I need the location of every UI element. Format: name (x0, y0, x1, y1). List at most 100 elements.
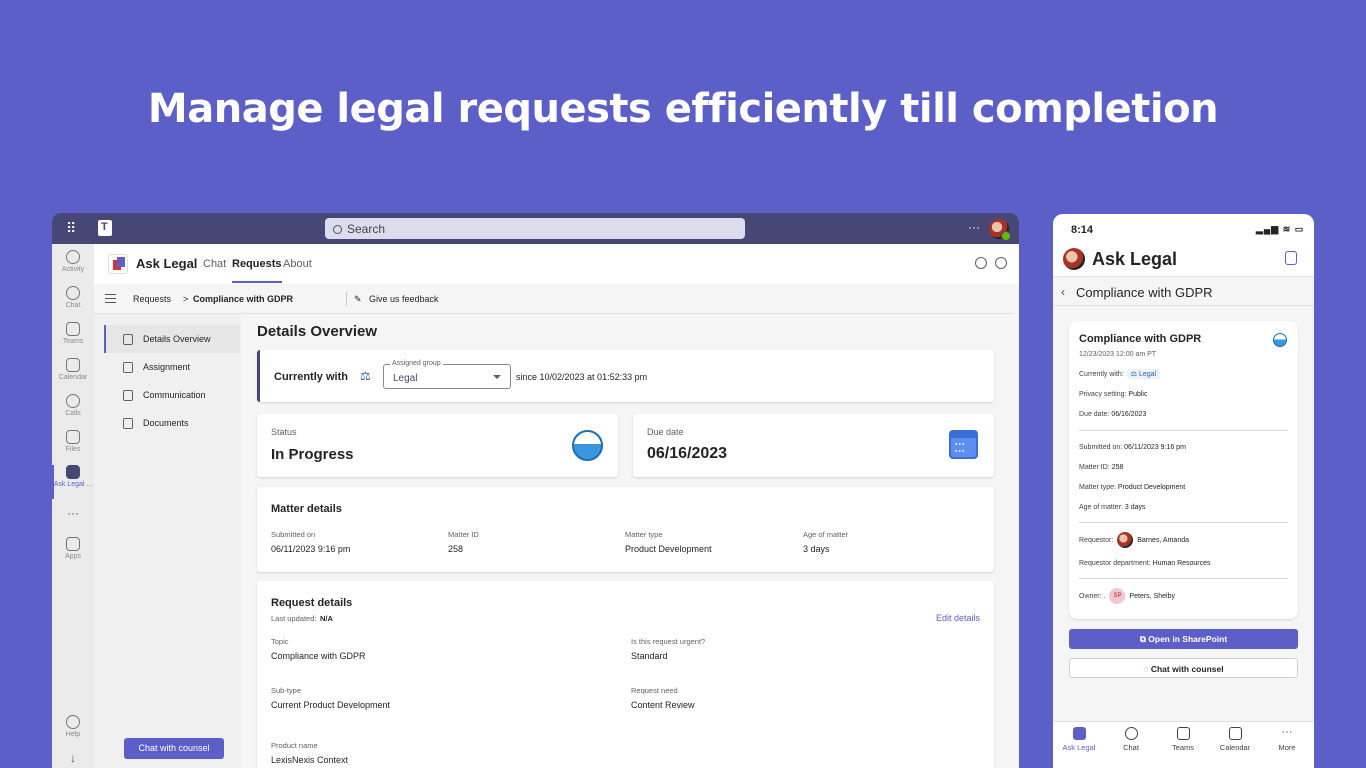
apps-icon (66, 537, 80, 551)
download-arrow-icon[interactable]: ↓ (52, 751, 94, 768)
chevron-down-icon (493, 375, 501, 379)
bottom-nav: Ask Legal Chat Teams Calendar ··· More (1053, 721, 1314, 768)
row-value: 3 days (1124, 504, 1146, 511)
rail-calls[interactable]: Calls (52, 394, 94, 428)
due-date-label: Due date (647, 427, 684, 437)
legal-chip: ⚖ Legal (1126, 369, 1161, 379)
back-icon[interactable]: ‹ (1061, 285, 1065, 299)
field-value: 258 (448, 544, 464, 554)
rail-files[interactable]: Files (52, 430, 94, 464)
rail-help[interactable]: Help (52, 715, 94, 749)
rail-apps[interactable]: Apps (52, 537, 94, 571)
assigned-group-label: Assigned group (390, 360, 443, 367)
since-text: since 10/02/2023 at 01:52:33 pm (516, 372, 648, 382)
rail-label: Help (65, 731, 81, 738)
rail-calendar[interactable]: Calendar (52, 358, 94, 392)
nav-label: Chat (1123, 743, 1139, 752)
button-label: Chat with counsel (1150, 664, 1224, 674)
nav-teams[interactable]: Teams (1157, 727, 1209, 752)
matter-type-row: Matter type: Product Development (1079, 484, 1185, 491)
field-label: Submitted on (271, 530, 316, 539)
nav-calendar[interactable]: Calendar (1209, 727, 1261, 752)
nav-label: Ask Legal (1062, 743, 1096, 752)
in-progress-icon (572, 430, 603, 461)
row-value: 258 (1111, 464, 1124, 471)
rail-chat[interactable]: Chat (52, 286, 94, 320)
row-value: Public (1128, 391, 1148, 398)
open-in-sharepoint-button[interactable]: ⧉ Open in SharePoint (1069, 629, 1298, 649)
avatar[interactable] (1063, 248, 1085, 270)
submitted-row: Submitted on: 06/11/2023 9:16 pm (1079, 444, 1186, 451)
menu-icon[interactable] (105, 294, 116, 303)
field-value: Content Review (631, 700, 695, 710)
last-updated-label: Last updated: (271, 614, 317, 623)
row-label: Requestor: (1079, 536, 1114, 544)
calendar-icon (1228, 727, 1242, 740)
request-details-card: Request details Last updated: N/A Edit d… (257, 581, 994, 768)
globe-icon[interactable] (995, 257, 1007, 269)
chat-with-counsel-button[interactable]: ◌ Chat with counsel (1069, 658, 1298, 678)
field-label: Topic (271, 637, 289, 646)
more-icon: ··· (1281, 726, 1293, 738)
tab-requests[interactable]: Requests (232, 258, 282, 283)
department-row: Requestor department: Human Resources (1079, 560, 1211, 567)
status-label: Status (271, 427, 297, 437)
rail-label: Chat (65, 302, 81, 309)
breadcrumb-root[interactable]: Requests (133, 294, 171, 304)
rail-activity[interactable]: Activity (52, 250, 94, 284)
field-value: LexisNexis Context (271, 755, 349, 765)
chip-label: Legal (1138, 371, 1157, 378)
page-subtitle: Compliance with GDPR (1076, 285, 1213, 300)
field-label: Is this request urgent? (631, 637, 706, 646)
nav-more[interactable]: ··· More (1261, 726, 1313, 753)
nav-communication[interactable]: Communication (104, 381, 240, 409)
card-date: 12/23/2023 12:00 am PT (1079, 351, 1157, 358)
nav-documents[interactable]: Documents (104, 409, 240, 437)
rail-label: Teams (62, 338, 84, 345)
field-label: Matter type (625, 530, 663, 539)
more-options-icon[interactable]: ··· (968, 220, 980, 234)
rail-ask-legal[interactable]: Ask Legal ... (52, 465, 94, 499)
nav-details-overview[interactable]: Details Overview (104, 325, 240, 353)
bell-icon (66, 250, 80, 264)
nav-label: More (1278, 743, 1296, 752)
card-title: Compliance with GDPR (1079, 333, 1202, 345)
edit-details-link[interactable]: Edit details (936, 613, 980, 623)
row-label: Matter ID: (1079, 464, 1110, 471)
nav-assignment[interactable]: Assignment (104, 353, 240, 381)
rail-label: Activity (61, 266, 85, 273)
rail-more[interactable]: ··· (52, 506, 94, 540)
nav-ask-legal[interactable]: Ask Legal (1053, 727, 1105, 752)
chat-with-counsel-button[interactable]: Chat with counsel (124, 738, 224, 759)
feedback-link[interactable]: Give us feedback (369, 294, 439, 304)
nav-label: Communication (143, 390, 206, 400)
scale-icon: ⚖ (360, 369, 371, 383)
user-avatar[interactable] (989, 219, 1011, 241)
rail-teams[interactable]: Teams (52, 322, 94, 356)
age-row: Age of matter: 3 days (1079, 504, 1146, 511)
bot-icon[interactable] (1285, 251, 1297, 265)
nav-label: Documents (143, 418, 189, 428)
status-value: In Progress (271, 446, 354, 463)
field-value: Current Product Development (271, 700, 391, 710)
assigned-group-select[interactable]: Assigned group Legal (383, 360, 511, 389)
row-label: Requestor department: (1079, 560, 1151, 567)
field-value: 06/11/2023 9:16 pm (271, 544, 351, 554)
due-date-card: Due date 06/16/2023 (633, 414, 994, 477)
currently-with-card: Currently with ⚖ Assigned group Legal si… (257, 350, 994, 402)
tab-about[interactable]: About (283, 258, 312, 270)
currently-with-row: Currently with: ⚖ Legal (1079, 369, 1161, 379)
matter-details-card: Matter details Submitted on 06/11/2023 9… (257, 487, 994, 572)
left-nav: Details Overview Assignment Communicatio… (94, 314, 241, 768)
search-input[interactable]: Search (325, 218, 745, 239)
nav-label: Calendar (1219, 743, 1251, 752)
nav-chat[interactable]: Chat (1105, 727, 1157, 752)
teams-logo-icon (98, 220, 112, 236)
rail-label: Calls (65, 410, 81, 417)
button-label: Open in SharePoint (1148, 634, 1228, 644)
app-launcher-icon[interactable]: ⠿ (66, 221, 80, 235)
tab-chat[interactable]: Chat (203, 258, 226, 270)
refresh-icon[interactable] (975, 257, 987, 269)
chat-icon: ◌ (1143, 664, 1151, 674)
chat-icon (1124, 727, 1138, 740)
